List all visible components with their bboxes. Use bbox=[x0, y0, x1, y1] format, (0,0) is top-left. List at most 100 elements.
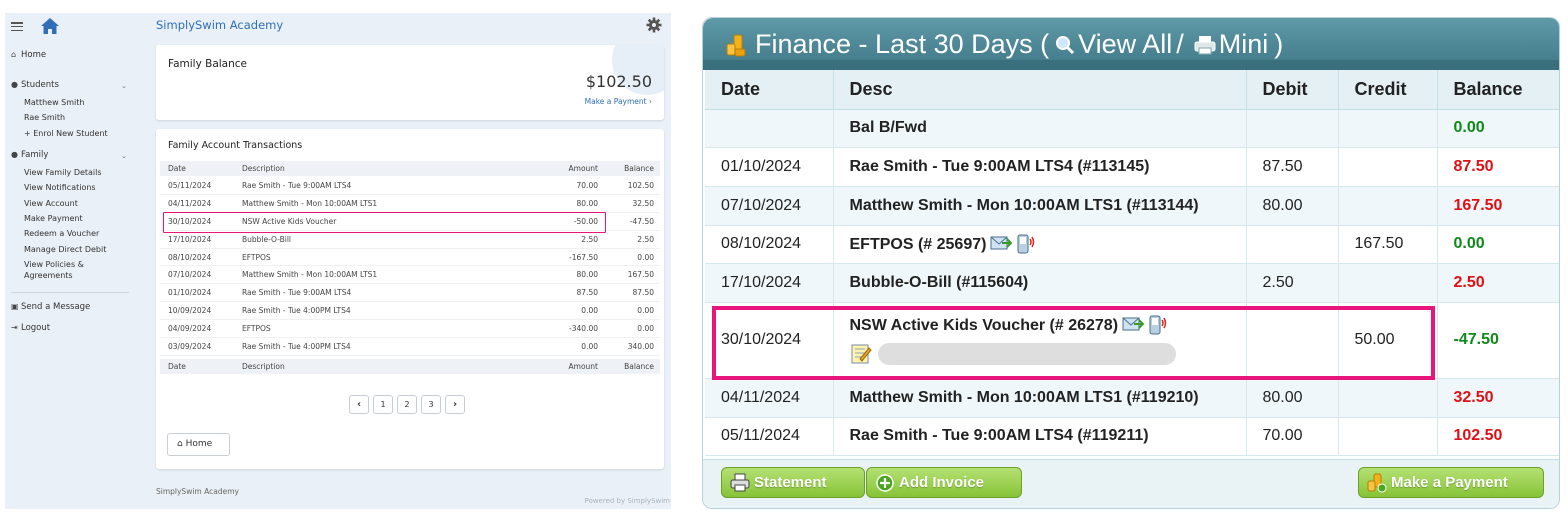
sidebar-item-view-account[interactable]: View Account bbox=[24, 199, 78, 208]
page-1-button[interactable]: 1 bbox=[373, 395, 393, 414]
table-row: 05/11/2024 Rae Smith - Tue 9:00AM LTS4 70.… bbox=[160, 177, 660, 195]
sidebar-item-redeem-voucher[interactable]: Redeem a Voucher bbox=[24, 229, 99, 238]
row-balance: 0.00 bbox=[1437, 109, 1559, 149]
row-amount: 80.00 bbox=[576, 270, 598, 280]
message-icon: ▣ bbox=[11, 302, 19, 311]
finance-title: Finance - Last 30 Days ( View All / Mini… bbox=[725, 29, 1283, 60]
row-amount: 0.00 bbox=[581, 306, 598, 316]
row-note bbox=[850, 343, 1246, 366]
make-payment-link[interactable]: Make a Payment › bbox=[585, 97, 652, 106]
row-date: 30/10/2024 bbox=[705, 302, 834, 379]
table-row: 17/10/2024 Bubble-O-Bill (#115604) 2.50 2.5… bbox=[705, 263, 1559, 303]
chevron-down-icon[interactable]: ⌄ bbox=[121, 82, 127, 90]
chevron-down-icon[interactable]: ⌄ bbox=[121, 152, 127, 160]
row-description: Rae Smith - Tue 4:00PM LTS4 bbox=[242, 342, 351, 352]
powered-by: Powered by SimplySwim bbox=[584, 497, 670, 505]
note-edit-icon[interactable] bbox=[850, 343, 872, 365]
row-description-text: NSW Active Kids Voucher (# 26278) bbox=[849, 317, 1119, 335]
col-header-credit: Credit bbox=[1338, 70, 1438, 110]
row-description: NSW Active Kids Voucher (# 26278) bbox=[833, 302, 1247, 379]
home-logo-icon[interactable] bbox=[40, 17, 60, 35]
brand-name[interactable]: SimplySwim Academy bbox=[156, 18, 283, 32]
next-page-button[interactable]: › bbox=[445, 395, 465, 414]
row-balance: 87.50 bbox=[1437, 147, 1559, 187]
home-button[interactable]: ⌂ Home bbox=[167, 433, 230, 456]
row-description-line: Matthew Smith - Mon 10:00AM LTS1 (#11921… bbox=[850, 389, 1246, 407]
row-description-text: Bal B/Fwd bbox=[849, 119, 927, 137]
hamburger-menu-icon[interactable] bbox=[11, 22, 23, 32]
sidebar-item-student[interactable]: Rae Smith bbox=[24, 113, 65, 122]
sidebar-item-student[interactable]: Matthew Smith bbox=[24, 98, 84, 107]
row-balance: 2.50 bbox=[637, 234, 654, 244]
sidebar-item-family-details[interactable]: View Family Details bbox=[24, 168, 102, 177]
row-description: Matthew Smith - Mon 10:00AM LTS1 (#11314… bbox=[833, 186, 1247, 226]
gear-icon[interactable] bbox=[646, 17, 662, 33]
prev-page-button[interactable]: ‹ bbox=[349, 395, 369, 414]
row-date: 10/09/2024 bbox=[168, 306, 212, 316]
row-description-text: Matthew Smith - Mon 10:00AM LTS1 (#11314… bbox=[849, 196, 1199, 214]
user-icon: ● bbox=[11, 80, 18, 89]
row-credit: 167.50 bbox=[1338, 225, 1438, 265]
row-date: 05/11/2024 bbox=[705, 417, 834, 457]
sidebar-item-notifications[interactable]: View Notifications bbox=[24, 183, 96, 192]
portal-screenshot: ⌂ Home ● Students ⌄ Matthew Smith Rae Smit… bbox=[5, 13, 671, 509]
sidebar-item-policies[interactable]: View Policies & bbox=[24, 260, 84, 269]
sidebar-item-logout[interactable]: ⇥ Logout bbox=[11, 323, 50, 333]
col-header-balance: Balance bbox=[1437, 70, 1559, 110]
row-description-text: Bubble-O-Bill (#115604) bbox=[849, 274, 1029, 292]
row-balance: 340.00 bbox=[627, 342, 654, 352]
row-date: 17/10/2024 bbox=[705, 263, 834, 303]
row-balance: 2.50 bbox=[1437, 263, 1559, 303]
table-row: 07/10/2024 Matthew Smith - Mon 10:00AM LT… bbox=[160, 266, 660, 285]
coins-add-icon bbox=[1367, 473, 1387, 492]
row-debit: 80.00 bbox=[1246, 378, 1339, 418]
title-separator: / bbox=[1176, 29, 1184, 59]
row-date: 07/10/2024 bbox=[168, 270, 212, 280]
email-sent-icon[interactable] bbox=[990, 234, 1013, 252]
row-description-line: Matthew Smith - Mon 10:00AM LTS1 (#11314… bbox=[850, 197, 1246, 215]
sidebar-item-make-payment[interactable]: Make Payment bbox=[24, 214, 83, 223]
table-row: 30/10/2024 NSW Active Kids Voucher -50.00 -… bbox=[160, 213, 660, 231]
email-sent-icon[interactable] bbox=[1122, 315, 1145, 333]
row-date: 08/10/2024 bbox=[705, 225, 834, 265]
row-balance: 32.50 bbox=[1437, 378, 1559, 418]
sidebar-item-send-message[interactable]: ▣ Send a Message bbox=[11, 302, 90, 312]
row-date: 03/09/2024 bbox=[168, 342, 212, 352]
row-amount: -167.50 bbox=[569, 252, 598, 262]
row-description: Rae Smith - Tue 9:00AM LTS4 (#119211) bbox=[833, 417, 1247, 457]
page-3-button[interactable]: 3 bbox=[421, 395, 441, 414]
statement-button[interactable]: Statement bbox=[721, 467, 865, 498]
row-description: Rae Smith - Tue 4:00PM LTS4 bbox=[242, 306, 351, 316]
make-payment-button[interactable]: Make a Payment bbox=[1358, 467, 1544, 498]
col-footer-amount: Amount bbox=[568, 362, 598, 371]
row-date bbox=[705, 109, 834, 149]
table-row: 04/11/2024 Matthew Smith - Mon 10:00AM LT… bbox=[705, 378, 1559, 418]
sidebar-item-policies-cont[interactable]: Agreements bbox=[24, 271, 73, 280]
sidebar-item-home[interactable]: ⌂ Home bbox=[11, 50, 46, 60]
mini-link[interactable]: Mini bbox=[1188, 29, 1268, 60]
row-description-text: Rae Smith - Tue 9:00AM LTS4 (#119211) bbox=[849, 427, 1149, 445]
sidebar-item-family[interactable]: ● Family bbox=[11, 150, 48, 160]
row-debit: 80.00 bbox=[1246, 186, 1339, 226]
footer-brand: SimplySwim Academy bbox=[156, 487, 239, 496]
sidebar-item-enrol[interactable]: + Enrol New Student bbox=[24, 129, 108, 138]
table-row: 10/09/2024 Rae Smith - Tue 4:00PM LTS4 0.0… bbox=[160, 302, 660, 321]
row-credit bbox=[1338, 186, 1438, 226]
sms-phone-icon[interactable] bbox=[1015, 234, 1035, 254]
col-footer-balance: Balance bbox=[624, 362, 654, 371]
sidebar-item-students[interactable]: ● Students bbox=[11, 80, 59, 90]
view-all-link[interactable]: View All bbox=[1049, 29, 1172, 60]
row-date: 01/10/2024 bbox=[705, 147, 834, 187]
row-description: Rae Smith - Tue 9:00AM LTS4 bbox=[242, 181, 352, 190]
row-description: EFTPOS bbox=[242, 252, 271, 262]
col-header-amount: Amount bbox=[568, 164, 598, 173]
sms-phone-icon[interactable] bbox=[1147, 315, 1167, 335]
row-description-line: Bubble-O-Bill (#115604) bbox=[850, 274, 1246, 292]
row-action-icons bbox=[1122, 315, 1167, 335]
sidebar-item-direct-debit[interactable]: Manage Direct Debit bbox=[24, 245, 106, 254]
page-2-button[interactable]: 2 bbox=[397, 395, 417, 414]
printer-icon bbox=[1194, 35, 1216, 54]
row-debit: 70.00 bbox=[1246, 417, 1339, 457]
add-invoice-button[interactable]: Add Invoice bbox=[866, 467, 1022, 498]
row-description: Rae Smith - Tue 9:00AM LTS4 (#113145) bbox=[833, 147, 1247, 187]
